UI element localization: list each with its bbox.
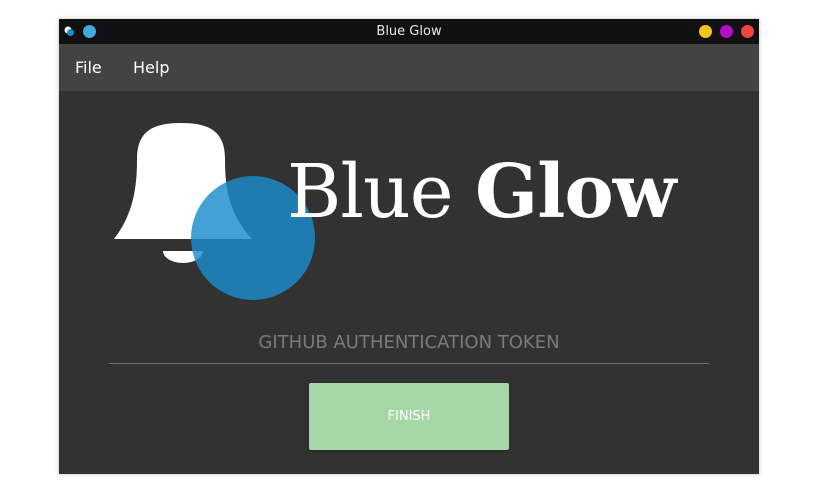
minimize-button[interactable] <box>699 25 712 38</box>
title-bar[interactable]: Blue Glow <box>59 19 759 44</box>
window-title: Blue Glow <box>376 24 442 39</box>
menu-file[interactable]: File <box>75 44 102 91</box>
menu-help[interactable]: Help <box>133 44 169 91</box>
github-token-input[interactable] <box>109 324 709 360</box>
finish-button[interactable]: FINISH <box>309 383 509 450</box>
app-window: Blue Glow File Help Blue Glow FINISH <box>59 19 759 474</box>
menu-bar: File Help <box>59 44 759 91</box>
brand-title-regular: Blue <box>287 149 476 235</box>
brand-title: Blue Glow <box>287 147 676 237</box>
brand-title-bold: Glow <box>475 149 676 235</box>
close-button[interactable] <box>741 25 754 38</box>
token-field <box>109 324 709 364</box>
maximize-button[interactable] <box>720 25 733 38</box>
